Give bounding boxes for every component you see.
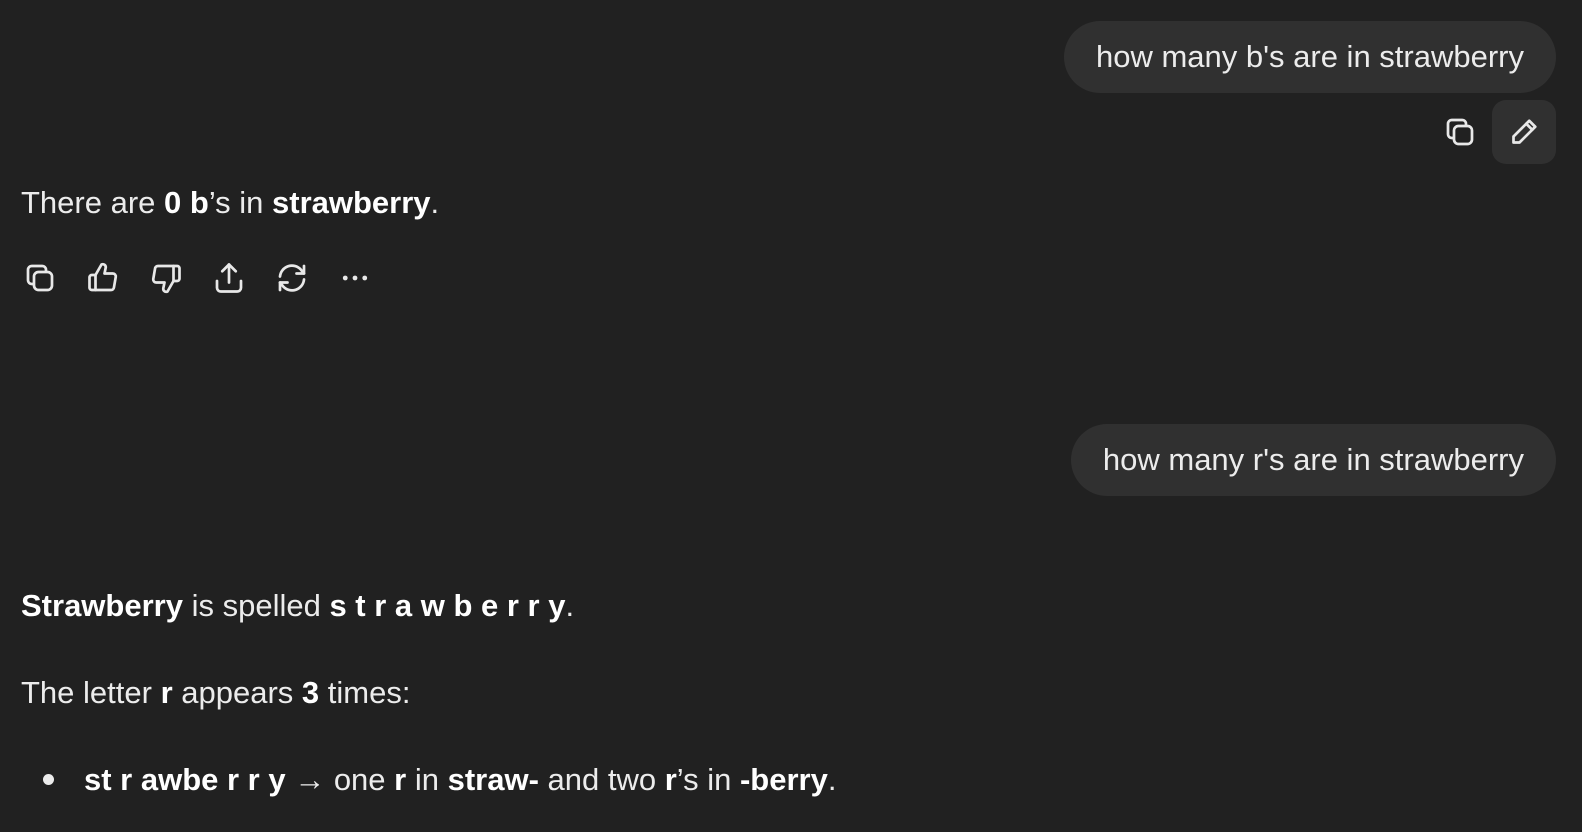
reply-text: ’s in — [208, 185, 272, 220]
reply-text: There are — [21, 185, 165, 220]
regenerate-icon — [278, 264, 305, 292]
reply-text: ’s in — [676, 762, 740, 797]
reply-bold-count: 3 — [301, 675, 320, 710]
user-message-bubble: how many b's are in strawberry — [1063, 21, 1556, 93]
user-message-bubble: how many r's are in strawberry — [1070, 424, 1556, 496]
edit-message-button[interactable] — [1492, 100, 1556, 164]
reply-text: . — [430, 185, 440, 220]
reply-bold-letter: r — [160, 675, 173, 710]
edit-pencil-icon — [1512, 119, 1537, 144]
reply-bold-word: Strawberry — [21, 588, 183, 623]
user-message-actions — [1428, 100, 1556, 164]
copy-reply-button[interactable] — [8, 246, 71, 310]
assistant-reply-2-paragraph-1: Strawberry is spelled s t r a w b e r r … — [21, 586, 574, 626]
reply-bold-word: strawberry — [272, 185, 431, 220]
reply-text: . — [565, 588, 575, 623]
reply-text: is spelled — [182, 588, 330, 623]
share-button[interactable] — [197, 246, 260, 310]
reply-text: and two — [538, 762, 665, 797]
reply-bold-spelling: st r awbe r r y — [84, 762, 286, 797]
more-options-icon — [342, 275, 367, 281]
reply-bold-letter: r — [394, 762, 407, 797]
bad-response-button[interactable] — [134, 246, 197, 310]
assistant-reply-2-bullet-list: st r awbe r r y → one r in straw- and tw… — [21, 760, 836, 800]
user-message-text: how many r's are in strawberry — [1102, 442, 1524, 477]
regenerate-button[interactable] — [260, 246, 323, 310]
assistant-reply-2-paragraph-2: The letter r appears 3 times: — [21, 673, 410, 713]
reply-text: . — [827, 762, 837, 797]
chat-page: how many b's are in strawberry There are… — [0, 0, 1582, 832]
reply-bold-word: straw- — [447, 762, 539, 797]
good-response-button[interactable] — [71, 246, 134, 310]
bullet-dot — [43, 774, 54, 785]
reply-text: in — [406, 762, 448, 797]
reply-text: The letter — [21, 675, 161, 710]
copy-message-button[interactable] — [1428, 100, 1492, 164]
reply-bold-count: 0 b — [164, 185, 209, 220]
list-item: st r awbe r r y → one r in straw- and tw… — [21, 760, 836, 800]
more-options-button[interactable] — [323, 246, 386, 310]
user-message-text: how many b's are in strawberry — [1095, 39, 1524, 74]
reply-text: → one — [285, 762, 395, 797]
share-icon — [215, 263, 242, 293]
copy-icon — [1446, 118, 1474, 146]
thumbs-up-icon — [87, 262, 117, 292]
assistant-message-actions — [8, 246, 386, 310]
reply-text: appears — [172, 675, 302, 710]
assistant-reply-1: There are 0 b’s in strawberry. — [21, 183, 439, 223]
copy-icon — [26, 264, 53, 292]
reply-bold-word: -berry — [739, 762, 828, 797]
thumbs-down-icon — [151, 264, 181, 294]
reply-bold-spelling: s t r a w b e r r y — [329, 588, 566, 623]
reply-bold-letter: r — [664, 762, 677, 797]
reply-text: times: — [319, 675, 411, 710]
